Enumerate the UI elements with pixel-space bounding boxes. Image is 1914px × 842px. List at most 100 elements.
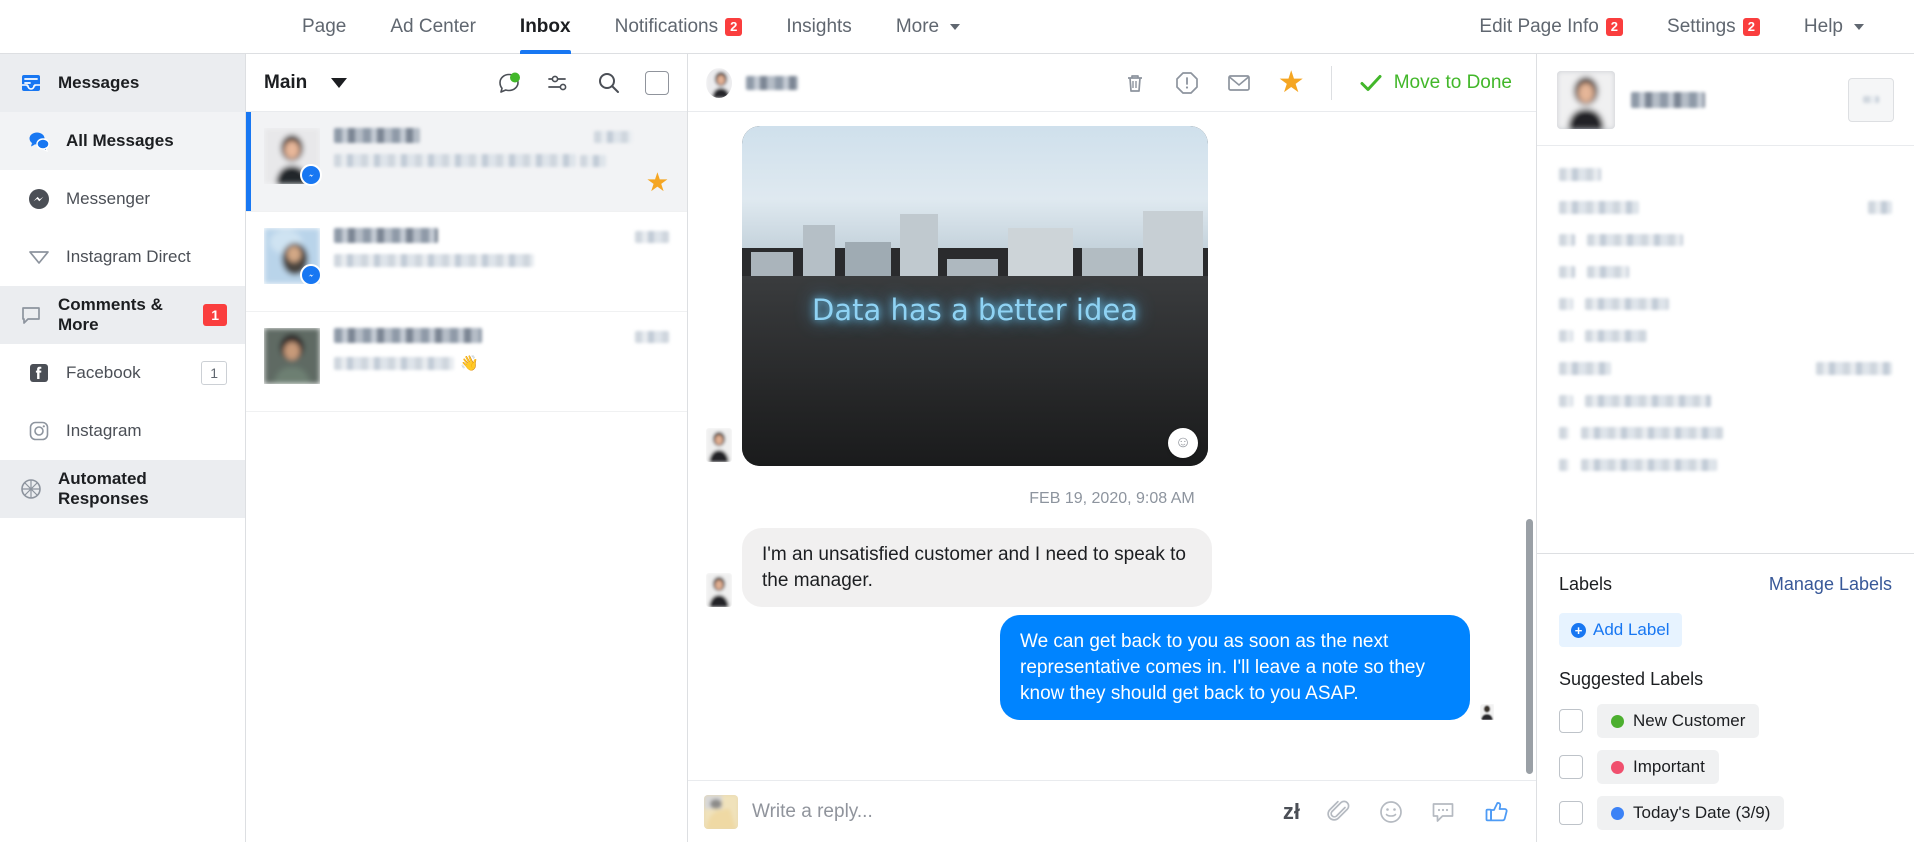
conversation-top-row [334, 228, 669, 243]
suggested-label-checkbox[interactable] [1559, 709, 1583, 733]
nav-item-notifications[interactable]: Notifications 2 [593, 0, 765, 54]
nav-label: Page [302, 15, 347, 37]
customer-profile-header [1537, 54, 1914, 146]
suggested-label-checkbox[interactable] [1559, 755, 1583, 779]
filter-icon[interactable] [545, 69, 573, 97]
add-reaction-icon[interactable]: ☺ [1168, 428, 1198, 458]
info-field-row[interactable] [1559, 266, 1892, 278]
add-label-button[interactable]: + Add Label [1559, 613, 1682, 647]
reply-input[interactable]: Write a reply... [752, 801, 1269, 823]
labels-title: Labels [1559, 574, 1613, 594]
instagram-icon [26, 418, 52, 444]
thread-avatar [706, 67, 732, 98]
nav-label: Inbox [519, 15, 571, 37]
customer-info-panel: Labels Manage Labels + Add Label Suggest… [1536, 54, 1914, 842]
suggested-label-checkbox[interactable] [1559, 801, 1583, 825]
conversation-name-redacted [334, 128, 420, 143]
sidebar-item-instagram-direct[interactable]: Instagram Direct [0, 228, 245, 286]
suggested-label-pill[interactable]: Today's Date (3/9) [1597, 796, 1785, 830]
new-message-icon[interactable] [495, 69, 523, 97]
conversation-tools [495, 69, 669, 97]
collapse-icon [1863, 96, 1879, 103]
nav-label: Ad Center [390, 15, 476, 37]
info-text-redacted [1585, 395, 1711, 407]
info-field-row[interactable] [1559, 330, 1892, 342]
manage-labels-link[interactable]: Manage Labels [1769, 574, 1892, 595]
conversation-list-toolbar: Main [246, 54, 687, 112]
nav-item-insights[interactable]: Insights [764, 0, 873, 54]
thread-header: ★ Move to Done [688, 54, 1536, 112]
info-icon-redacted [1559, 427, 1569, 439]
conversation-time-redacted [635, 231, 669, 243]
search-icon[interactable] [595, 69, 623, 97]
nav-item-settings[interactable]: Settings 2 [1645, 0, 1782, 54]
message-row-photo: Data has a better idea ☺ [688, 122, 1536, 470]
conversation-time-redacted [635, 331, 669, 343]
nav-item-help[interactable]: Help [1782, 0, 1886, 54]
photo-attachment[interactable]: Data has a better idea ☺ [742, 126, 1208, 466]
mark-unread-icon[interactable] [1226, 70, 1252, 96]
avatar [264, 328, 320, 384]
check-icon [1360, 74, 1382, 91]
nav-item-ad-center[interactable]: Ad Center [368, 0, 498, 54]
folder-name: Main [264, 71, 308, 93]
nav-item-inbox[interactable]: Inbox [498, 0, 593, 54]
suggested-label-row: Important [1559, 750, 1892, 784]
conversation-list-item[interactable]: ★ [246, 112, 687, 212]
facebook-count-badge: 1 [201, 361, 227, 385]
sidebar-item-all-messages[interactable]: All Messages [0, 112, 245, 170]
like-icon[interactable] [1482, 797, 1512, 827]
nav-label: Notifications [614, 15, 719, 37]
delete-icon[interactable] [1122, 70, 1148, 96]
emoji-icon[interactable] [1378, 799, 1404, 825]
sidebar-item-instagram[interactable]: Instagram [0, 402, 245, 460]
sidebar-group-automated-responses[interactable]: Automated Responses [0, 460, 245, 518]
add-label-text: Add Label [1593, 620, 1670, 639]
nav-item-more[interactable]: More [874, 0, 982, 54]
topnav-primary-items: Page Ad Center Inbox Notifications 2 Ins… [280, 0, 982, 54]
nav-item-page[interactable]: Page [280, 0, 368, 54]
thread-messages[interactable]: Data has a better idea ☺ FEB 19, 2020, 9… [688, 112, 1536, 780]
info-icon-redacted [1559, 298, 1573, 310]
conversation-list-item[interactable] [246, 212, 687, 312]
info-icon-redacted [1559, 234, 1575, 246]
select-all-checkbox[interactable] [645, 70, 669, 95]
sidebar-item-messenger[interactable]: Messenger [0, 170, 245, 228]
suggested-label-pill[interactable]: Important [1597, 750, 1719, 784]
info-field-row[interactable] [1559, 298, 1892, 310]
conversation-list-item[interactable]: 👋 [246, 312, 687, 412]
sidebar-item-label: Facebook [66, 363, 141, 382]
thread-scrollbar[interactable] [1526, 242, 1533, 774]
top-navigation: Page Ad Center Inbox Notifications 2 Ins… [0, 0, 1914, 54]
sidebar-group-comments-and-more[interactable]: Comments & More 1 [0, 286, 245, 344]
comment-icon [18, 302, 44, 328]
thread-actions: ★ Move to Done [1122, 65, 1518, 100]
nav-item-edit-page-info[interactable]: Edit Page Info 2 [1457, 0, 1645, 54]
star-icon[interactable]: ★ [1278, 67, 1305, 98]
suggested-label-text: Important [1633, 757, 1705, 776]
move-to-done-button[interactable]: Move to Done [1358, 70, 1518, 96]
suggested-label-pill[interactable]: New Customer [1597, 704, 1760, 738]
sidebar-item-label: Messenger [66, 189, 151, 208]
conversation-star-icon[interactable]: ★ [646, 169, 669, 195]
view-profile-redacted[interactable] [1816, 362, 1892, 375]
report-icon[interactable] [1174, 70, 1200, 96]
info-icon-redacted [1559, 266, 1575, 278]
collapse-button[interactable] [1848, 77, 1894, 122]
attachment-icon[interactable] [1326, 799, 1352, 825]
info-field-row[interactable] [1559, 234, 1892, 246]
conversation-time-redacted [593, 131, 632, 143]
chevron-down-icon [1854, 23, 1864, 30]
message-avatar [706, 428, 732, 462]
sidebar-item-facebook[interactable]: Facebook 1 [0, 344, 245, 402]
suggested-label-row: Today's Date (3/9) [1559, 796, 1892, 830]
chevron-down-icon[interactable] [331, 77, 348, 88]
saved-reply-icon[interactable] [1430, 799, 1456, 825]
info-text-redacted [1559, 362, 1611, 375]
info-action-redacted[interactable] [1868, 201, 1892, 214]
currency-zl-icon[interactable]: zł [1283, 799, 1300, 825]
messenger-channel-badge [300, 164, 322, 186]
sidebar-group-messages[interactable]: Messages [0, 54, 245, 112]
info-icon-redacted [1559, 330, 1573, 342]
scrollbar-thumb[interactable] [1526, 518, 1533, 774]
